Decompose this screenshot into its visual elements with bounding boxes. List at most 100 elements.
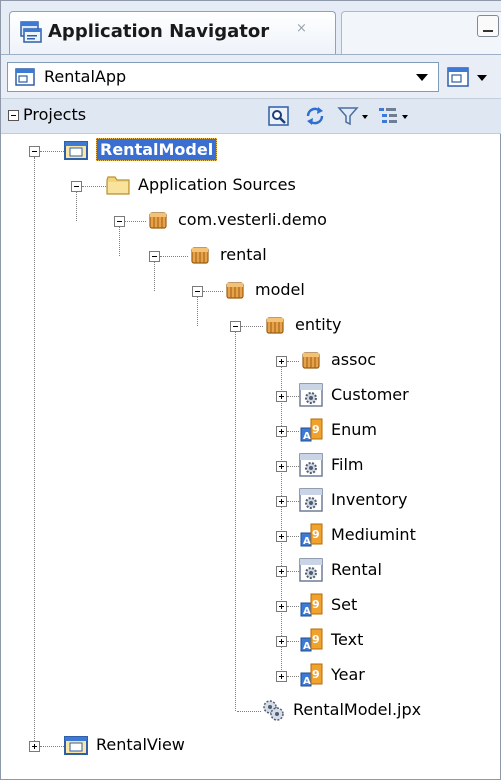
tree-node-rentalmodel-jpx[interactable]: RentalModel.jpx bbox=[1, 694, 501, 728]
entity-object-icon bbox=[299, 558, 323, 582]
svg-text:A: A bbox=[303, 431, 311, 442]
tree-node-label: Application Sources bbox=[138, 175, 296, 194]
collapse-toggle-icon[interactable] bbox=[114, 216, 125, 227]
application-menu-button[interactable] bbox=[447, 63, 487, 91]
entity-object-icon bbox=[299, 453, 323, 477]
application-menu-icon bbox=[447, 67, 469, 87]
collapse-projects-toggle[interactable] bbox=[8, 110, 19, 121]
expand-toggle-icon[interactable] bbox=[276, 601, 287, 612]
tree-node-enum[interactable]: A 9 Enum bbox=[1, 414, 501, 448]
chevron-down-icon bbox=[477, 75, 487, 81]
minimize-button[interactable] bbox=[477, 15, 499, 37]
domain-icon: A9 bbox=[300, 523, 323, 547]
tree-node-label: Enum bbox=[331, 420, 377, 439]
tree-node-customer[interactable]: Customer bbox=[1, 379, 501, 413]
tree-node-label: Inventory bbox=[331, 490, 408, 509]
tree-node-assoc[interactable]: assoc bbox=[1, 344, 501, 378]
tree-node-label: RentalView bbox=[96, 735, 185, 754]
expand-toggle-icon[interactable] bbox=[276, 461, 287, 472]
package-icon bbox=[149, 212, 167, 229]
svg-text:9: 9 bbox=[312, 668, 320, 681]
svg-text:A: A bbox=[303, 606, 311, 617]
entity-object-icon bbox=[299, 488, 323, 512]
tree-node-label: Mediumint bbox=[331, 525, 416, 544]
tree-node-label: Year bbox=[331, 665, 365, 684]
tree-node-text[interactable]: A 9 Text bbox=[1, 624, 501, 658]
tree-node-rental[interactable]: Rental bbox=[1, 554, 501, 588]
tree-node-rentalview[interactable]: RentalView bbox=[1, 729, 501, 763]
projects-label: Projects bbox=[23, 105, 87, 124]
project-folder-icon bbox=[64, 736, 88, 755]
svg-text:9: 9 bbox=[312, 528, 320, 541]
svg-text:A: A bbox=[303, 536, 311, 547]
expand-toggle-icon[interactable] bbox=[276, 636, 287, 647]
expand-toggle-icon[interactable] bbox=[29, 741, 40, 752]
package-icon bbox=[266, 317, 284, 334]
expand-toggle-icon[interactable] bbox=[276, 426, 287, 437]
svg-text:9: 9 bbox=[312, 423, 320, 436]
application-selector-row: RentalApp bbox=[1, 55, 501, 99]
tree-node-label: model bbox=[255, 280, 305, 299]
filter-icon[interactable] bbox=[337, 104, 371, 128]
projects-header: Projects bbox=[1, 99, 501, 134]
package-icon bbox=[226, 282, 244, 299]
tree-node-set[interactable]: A 9 Set bbox=[1, 589, 501, 623]
collapse-toggle-icon[interactable] bbox=[149, 251, 160, 262]
model-project-file-icon bbox=[263, 700, 284, 721]
domain-icon: A9 bbox=[300, 628, 323, 652]
tree-node-com-vesterli-demo[interactable]: com.vesterli.demo bbox=[1, 204, 501, 238]
svg-text:9: 9 bbox=[312, 598, 320, 611]
tree-node-year[interactable]: A 9 Year bbox=[1, 659, 501, 693]
application-navigator-icon bbox=[20, 21, 42, 43]
entity-object-icon bbox=[299, 383, 323, 407]
expand-toggle-icon[interactable] bbox=[276, 391, 287, 402]
expand-toggle-icon[interactable] bbox=[276, 531, 287, 542]
tree-node-application-sources[interactable]: Application Sources bbox=[1, 169, 501, 203]
expand-toggle-icon[interactable] bbox=[276, 356, 287, 367]
collapse-toggle-icon[interactable] bbox=[71, 181, 82, 192]
domain-icon: A9 bbox=[300, 418, 323, 442]
domain-icon: A9 bbox=[300, 593, 323, 617]
svg-text:9: 9 bbox=[312, 633, 320, 646]
tree-node-label: com.vesterli.demo bbox=[178, 210, 327, 229]
collapse-toggle-icon[interactable] bbox=[192, 286, 203, 297]
chevron-down-icon[interactable] bbox=[416, 74, 428, 81]
expand-toggle-icon[interactable] bbox=[276, 566, 287, 577]
close-tab-icon[interactable]: × bbox=[296, 21, 307, 36]
package-icon bbox=[302, 352, 320, 369]
tree-node-label: assoc bbox=[331, 350, 377, 369]
tree-node-mediumint[interactable]: A 9 Mediumint bbox=[1, 519, 501, 553]
tree-node-label: entity bbox=[295, 315, 342, 334]
tree-node-rentalmodel[interactable]: RentalModel bbox=[1, 134, 501, 168]
project-folder-icon bbox=[64, 141, 88, 160]
expand-toggle-icon[interactable] bbox=[276, 671, 287, 682]
tree-node-inventory[interactable]: Inventory bbox=[1, 484, 501, 518]
tree-node-model[interactable]: model bbox=[1, 274, 501, 308]
svg-text:A: A bbox=[303, 641, 311, 652]
tab-title: Application Navigator bbox=[48, 21, 270, 42]
application-navigator-panel: Application Navigator × RentalApp Projec… bbox=[0, 0, 501, 780]
tree-node-label: Text bbox=[331, 630, 364, 649]
tree-node-label: Rental bbox=[331, 560, 382, 579]
tree-node-label: Customer bbox=[331, 385, 409, 404]
tab-application-navigator[interactable]: Application Navigator × bbox=[9, 11, 336, 54]
tree-node-entity[interactable]: entity bbox=[1, 309, 501, 343]
collapse-toggle-icon[interactable] bbox=[29, 146, 40, 157]
tree-node-label: RentalModel bbox=[96, 138, 218, 161]
domain-icon: A9 bbox=[300, 663, 323, 687]
package-icon bbox=[191, 247, 209, 264]
tree-node-rental[interactable]: rental bbox=[1, 239, 501, 273]
tree-node-label: Set bbox=[331, 595, 358, 614]
project-tree: RentalModel Application Sources com.vester… bbox=[1, 134, 501, 781]
search-icon[interactable] bbox=[267, 104, 291, 128]
folder-icon bbox=[106, 176, 130, 195]
tree-node-label: RentalModel.jpx bbox=[293, 700, 422, 719]
view-options-icon[interactable] bbox=[377, 104, 411, 128]
expand-toggle-icon[interactable] bbox=[276, 496, 287, 507]
refresh-icon[interactable] bbox=[303, 104, 327, 128]
application-combo-box[interactable]: RentalApp bbox=[7, 62, 439, 92]
application-icon bbox=[15, 68, 35, 86]
tree-node-film[interactable]: Film bbox=[1, 449, 501, 483]
tree-node-label: rental bbox=[220, 245, 267, 264]
collapse-toggle-icon[interactable] bbox=[230, 321, 241, 332]
